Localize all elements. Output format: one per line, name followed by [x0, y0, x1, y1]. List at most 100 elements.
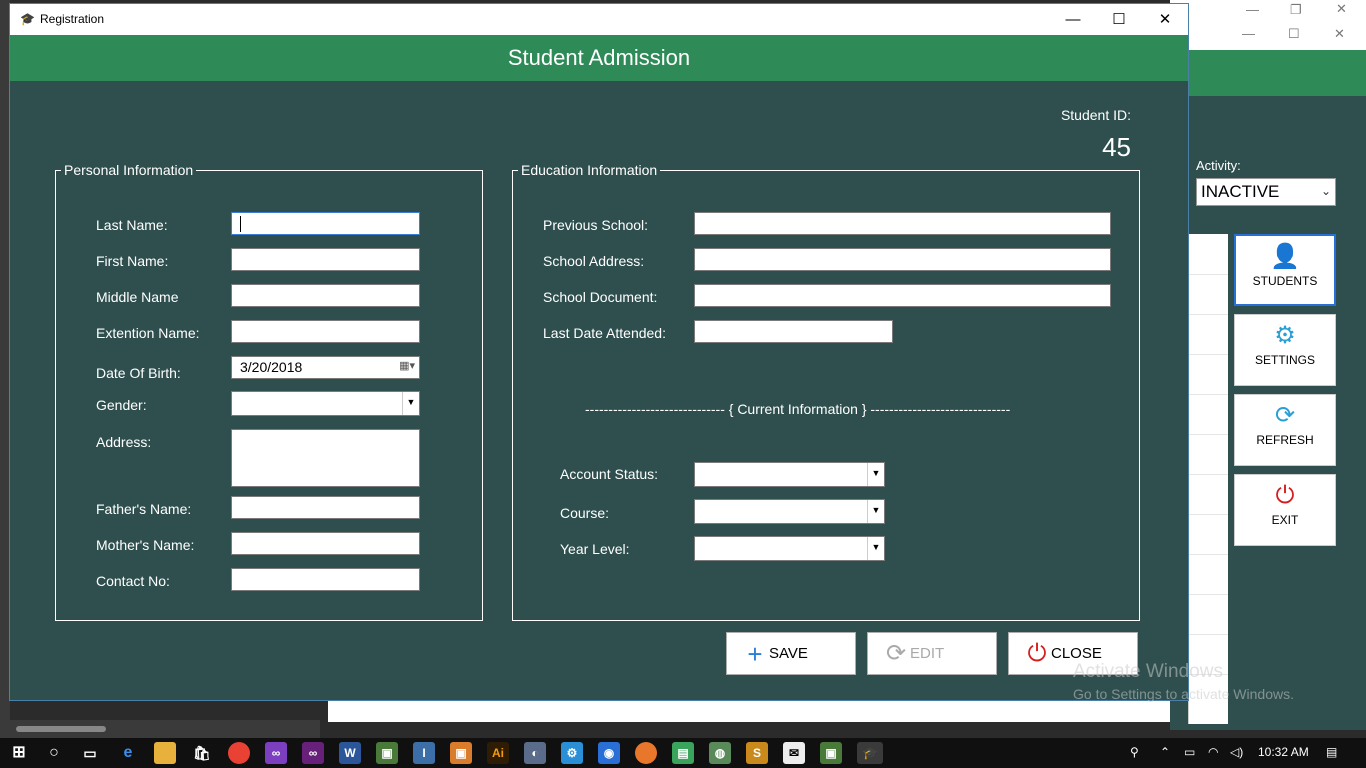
chevron-up-icon[interactable]: ⌃ [1160, 745, 1170, 759]
visual-studio-icon[interactable]: ∞ [265, 742, 287, 764]
close-icon[interactable]: ✕ [1334, 26, 1345, 42]
address-textarea[interactable] [231, 429, 420, 487]
background-titlebar-outer: — ❐ ✕ [1170, 0, 1366, 20]
refresh-button[interactable]: ⟳ REFRESH [1234, 394, 1336, 466]
school-address-input[interactable] [694, 248, 1111, 271]
background-grid-bottom [328, 700, 1226, 722]
background-titlebar-inner: — ☐ ✕ [1170, 20, 1366, 50]
gender-dropdown[interactable]: ▼ [231, 391, 420, 416]
illustrator-icon[interactable]: Ai [487, 742, 509, 764]
settings-button-label: SETTINGS [1254, 353, 1315, 367]
mail-icon[interactable]: ✉ [783, 742, 805, 764]
scroll-thumb[interactable] [16, 726, 106, 732]
save-button[interactable]: + SAVE [726, 632, 856, 675]
background-horizontal-scrollbar[interactable] [0, 720, 320, 740]
chrome-icon[interactable] [228, 742, 250, 764]
school-document-label: School Document: [543, 289, 658, 305]
word-icon[interactable]: W [339, 742, 361, 764]
app-icon[interactable]: ◐ [524, 742, 546, 764]
activity-dropdown[interactable]: INACTIVE ⌄ [1196, 178, 1336, 206]
graduation-cap-icon: 🎓 [20, 12, 35, 26]
last-name-label: Last Name: [96, 217, 168, 233]
window-title: Registration [40, 12, 105, 26]
last-date-attended-input[interactable] [694, 320, 893, 343]
calendar-icon[interactable]: ▦▾ [399, 359, 415, 372]
contact-no-label: Contact No: [96, 573, 170, 589]
exit-button[interactable]: ⏻ EXIT [1234, 474, 1336, 546]
refresh-icon: ⟳ [885, 640, 907, 667]
gear-icon: ⚙ [1274, 322, 1296, 349]
date-of-birth-value: 3/20/2018 [240, 359, 303, 375]
taskbar: ⊞ ○ ▭ e 🛍 ∞ ∞ W ▣ I ▣ Ai ◐ ⚙ ◉ ▤ ◍ S ✉ ▣… [0, 738, 1366, 768]
year-level-dropdown[interactable]: ▼ [694, 536, 885, 561]
course-dropdown[interactable]: ▼ [694, 499, 885, 524]
cortana-icon[interactable]: ○ [43, 742, 65, 764]
store-icon[interactable]: 🛍 [191, 742, 213, 764]
middle-name-input[interactable] [231, 284, 420, 307]
middle-name-label: Middle Name [96, 289, 179, 305]
visual-studio-2-icon[interactable]: ∞ [302, 742, 324, 764]
last-name-input[interactable] [231, 212, 420, 235]
app-icon[interactable]: ▣ [820, 742, 842, 764]
registration-task-icon[interactable]: 🎓 [857, 742, 883, 764]
first-name-input[interactable] [231, 248, 420, 271]
app-icon[interactable]: ▤ [672, 742, 694, 764]
restore-icon[interactable]: ❐ [1290, 2, 1302, 18]
chevron-down-icon: ▼ [867, 537, 884, 560]
activity-label: Activity: [1196, 158, 1241, 173]
father-name-input[interactable] [231, 496, 420, 519]
battery-icon[interactable]: ▭ [1184, 745, 1195, 759]
previous-school-input[interactable] [694, 212, 1111, 235]
school-document-input[interactable] [694, 284, 1111, 307]
minimize-button[interactable]: — [1050, 4, 1096, 35]
task-view-icon[interactable]: ▭ [79, 742, 101, 764]
windows-start-icon[interactable]: ⊞ [8, 742, 30, 764]
personal-information-legend: Personal Information [64, 162, 194, 178]
mother-name-label: Mother's Name: [96, 537, 195, 553]
students-button-label: STUDENTS [1252, 274, 1318, 288]
contact-no-input[interactable] [231, 568, 420, 591]
firefox-icon[interactable] [635, 742, 657, 764]
app-icon[interactable]: ◍ [709, 742, 731, 764]
app-icon[interactable]: ◉ [598, 742, 620, 764]
activation-watermark-title: Activate Windows [1073, 661, 1223, 682]
save-button-label: SAVE [769, 645, 808, 662]
minimize-icon[interactable]: — [1242, 26, 1255, 41]
date-of-birth-picker[interactable]: 3/20/2018 ▦▾ [231, 356, 420, 379]
wifi-icon[interactable]: ◠ [1208, 745, 1218, 759]
close-window-button[interactable]: ✕ [1142, 4, 1188, 35]
app-icon[interactable]: ▣ [450, 742, 472, 764]
power-icon: ⏻ [1275, 482, 1295, 509]
clock-time[interactable]: 10:32 AM [1258, 745, 1309, 759]
minimize-icon[interactable]: — [1246, 2, 1259, 17]
extension-name-input[interactable] [231, 320, 420, 343]
file-explorer-icon[interactable] [154, 742, 176, 764]
edge-icon[interactable]: e [117, 742, 139, 764]
people-icon[interactable]: ⚲ [1130, 745, 1139, 759]
app-icon[interactable]: ⚙ [561, 742, 583, 764]
school-address-label: School Address: [543, 253, 645, 269]
chevron-down-icon: ▼ [402, 392, 419, 415]
student-id-value: 45 [1102, 132, 1131, 162]
volume-icon[interactable]: ◁) [1230, 745, 1243, 759]
edit-button[interactable]: ⟳ EDIT [867, 632, 997, 675]
account-status-dropdown[interactable]: ▼ [694, 462, 885, 487]
activation-watermark-text: Go to Settings to activate Windows. [1073, 686, 1294, 702]
previous-school-label: Previous School: [543, 217, 649, 233]
maximize-icon[interactable]: ☐ [1288, 26, 1300, 42]
app-icon[interactable]: S [746, 742, 768, 764]
settings-button[interactable]: ⚙ SETTINGS [1234, 314, 1336, 386]
students-button[interactable]: 👤 STUDENTS [1234, 234, 1336, 306]
notification-icon[interactable]: ▤ [1326, 745, 1337, 759]
chevron-down-icon: ⌄ [1320, 184, 1331, 198]
refresh-button-label: REFRESH [1256, 433, 1314, 447]
close-icon[interactable]: ✕ [1336, 1, 1347, 17]
plus-icon: + [747, 639, 763, 669]
gender-label: Gender: [96, 397, 147, 413]
registration-window: 🎓 Registration — ☐ ✕ Student Admission S… [9, 3, 1189, 701]
app-icon[interactable]: ▣ [376, 742, 398, 764]
app-icon[interactable]: I [413, 742, 435, 764]
mother-name-input[interactable] [231, 532, 420, 555]
account-status-label: Account Status: [560, 466, 659, 482]
maximize-button[interactable]: ☐ [1096, 4, 1142, 35]
